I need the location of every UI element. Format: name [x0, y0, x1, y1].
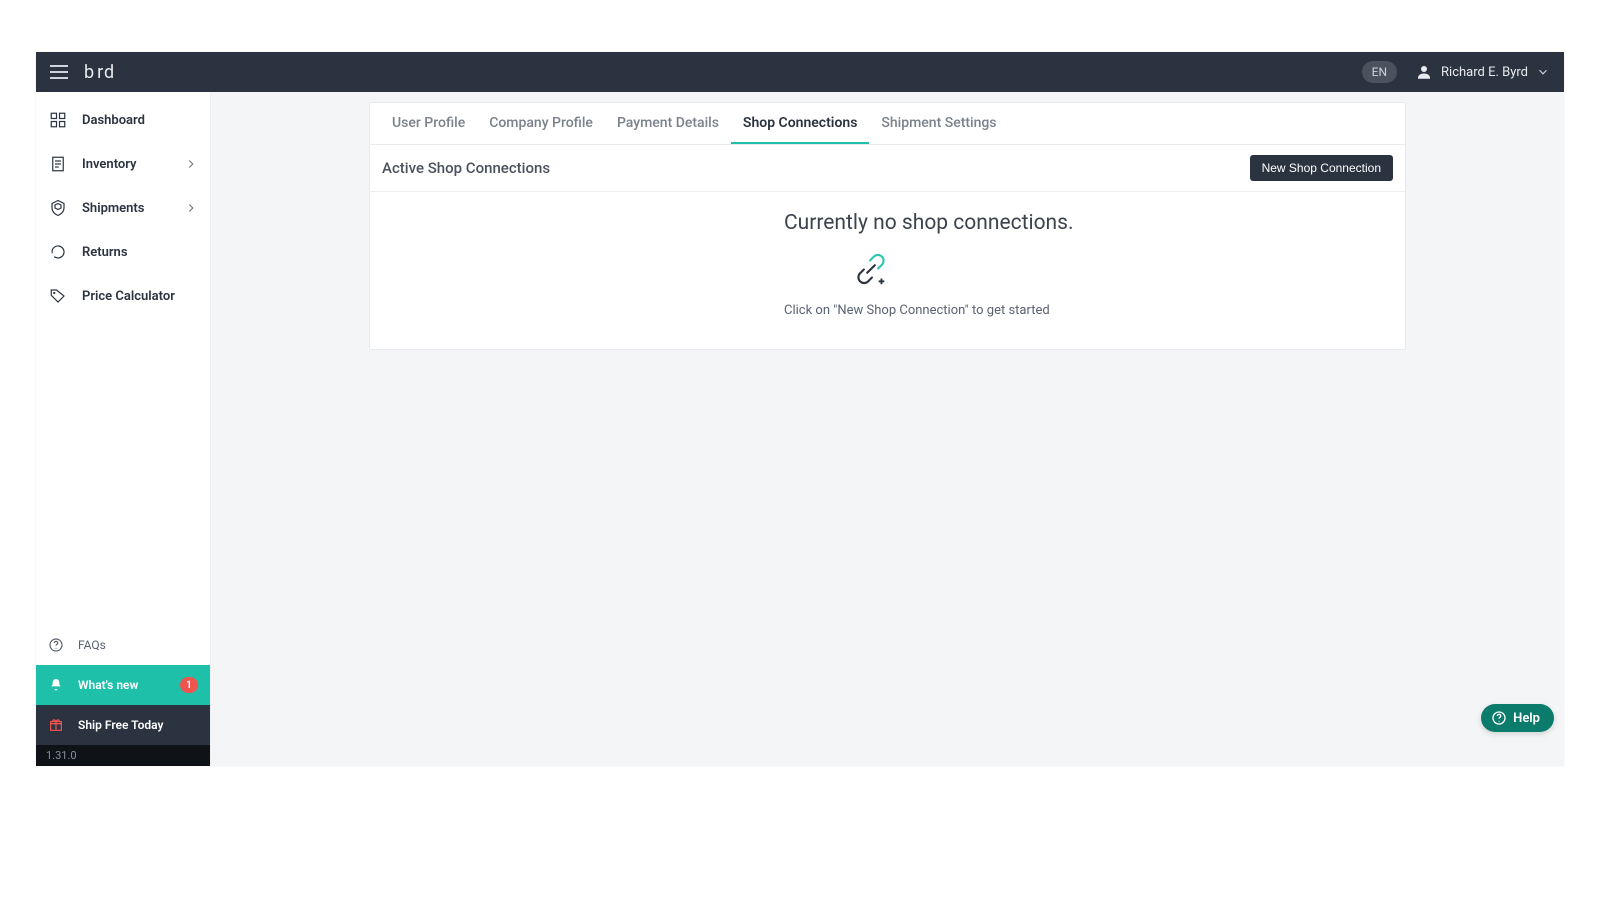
language-selector[interactable]: EN [1362, 61, 1397, 83]
bell-icon [48, 677, 64, 693]
person-icon [1415, 63, 1433, 81]
section-title: Active Shop Connections [382, 159, 550, 177]
sidebar-item-label: Inventory [82, 157, 170, 172]
empty-state: Currently no shop connections. Click on … [370, 192, 1405, 349]
sidebar-faqs[interactable]: FAQs [36, 625, 210, 665]
help-icon [1491, 710, 1507, 726]
sidebar-ship-free[interactable]: Ship Free Today [36, 705, 210, 745]
empty-state-title: Currently no shop connections. [784, 210, 1364, 236]
help-button[interactable]: Help [1481, 704, 1554, 732]
tab-user-profile[interactable]: User Profile [380, 103, 477, 144]
shipments-icon [48, 198, 68, 218]
sidebar-item-price-calculator[interactable]: Price Calculator [36, 274, 210, 318]
question-icon [48, 637, 64, 653]
settings-card: User Profile Company Profile Payment Det… [369, 102, 1406, 350]
returns-icon [48, 242, 68, 262]
app-header: b rd EN Richard E. Byrd [36, 52, 1564, 92]
sidebar-item-label: FAQs [78, 638, 106, 652]
user-name: Richard E. Byrd [1441, 65, 1528, 80]
sidebar-item-label: Dashboard [82, 113, 198, 128]
brand-logo[interactable]: b rd [84, 62, 115, 83]
app-version: 1.31.0 [36, 745, 210, 766]
link-plus-icon [852, 250, 1364, 292]
sidebar-item-label: Price Calculator [82, 289, 198, 304]
tab-shop-connections[interactable]: Shop Connections [731, 103, 869, 144]
tab-company-profile[interactable]: Company Profile [477, 103, 605, 144]
price-tag-icon [48, 286, 68, 306]
logo-letter: b [84, 62, 95, 83]
user-menu[interactable]: Richard E. Byrd [1415, 63, 1550, 81]
sidebar-item-label: Returns [82, 245, 198, 260]
sidebar-whats-new[interactable]: What's new 1 [36, 665, 210, 705]
menu-toggle-button[interactable] [50, 61, 72, 83]
tab-shipment-settings[interactable]: Shipment Settings [869, 103, 1008, 144]
main-content: User Profile Company Profile Payment Det… [211, 92, 1564, 766]
chevron-right-icon [184, 157, 198, 171]
inventory-icon [48, 154, 68, 174]
gift-icon [48, 717, 64, 733]
sidebar: Dashboard Inventory Shipments [36, 92, 211, 766]
chevron-right-icon [184, 201, 198, 215]
dashboard-icon [48, 110, 68, 130]
settings-tabs: User Profile Company Profile Payment Det… [370, 103, 1405, 145]
tab-payment-details[interactable]: Payment Details [605, 103, 731, 144]
sidebar-item-label: Shipments [82, 201, 170, 216]
sidebar-item-inventory[interactable]: Inventory [36, 142, 210, 186]
help-label: Help [1513, 711, 1540, 726]
chevron-down-icon [1536, 65, 1550, 79]
sidebar-item-returns[interactable]: Returns [36, 230, 210, 274]
sidebar-item-shipments[interactable]: Shipments [36, 186, 210, 230]
sidebar-item-label: What's new [78, 678, 138, 692]
sidebar-item-label: Ship Free Today [78, 718, 163, 732]
empty-state-subtitle: Click on "New Shop Connection" to get st… [784, 302, 1364, 321]
logo-letter: rd [97, 62, 115, 83]
notification-badge: 1 [180, 677, 198, 693]
sidebar-item-dashboard[interactable]: Dashboard [36, 98, 210, 142]
new-shop-connection-button[interactable]: New Shop Connection [1250, 155, 1393, 181]
